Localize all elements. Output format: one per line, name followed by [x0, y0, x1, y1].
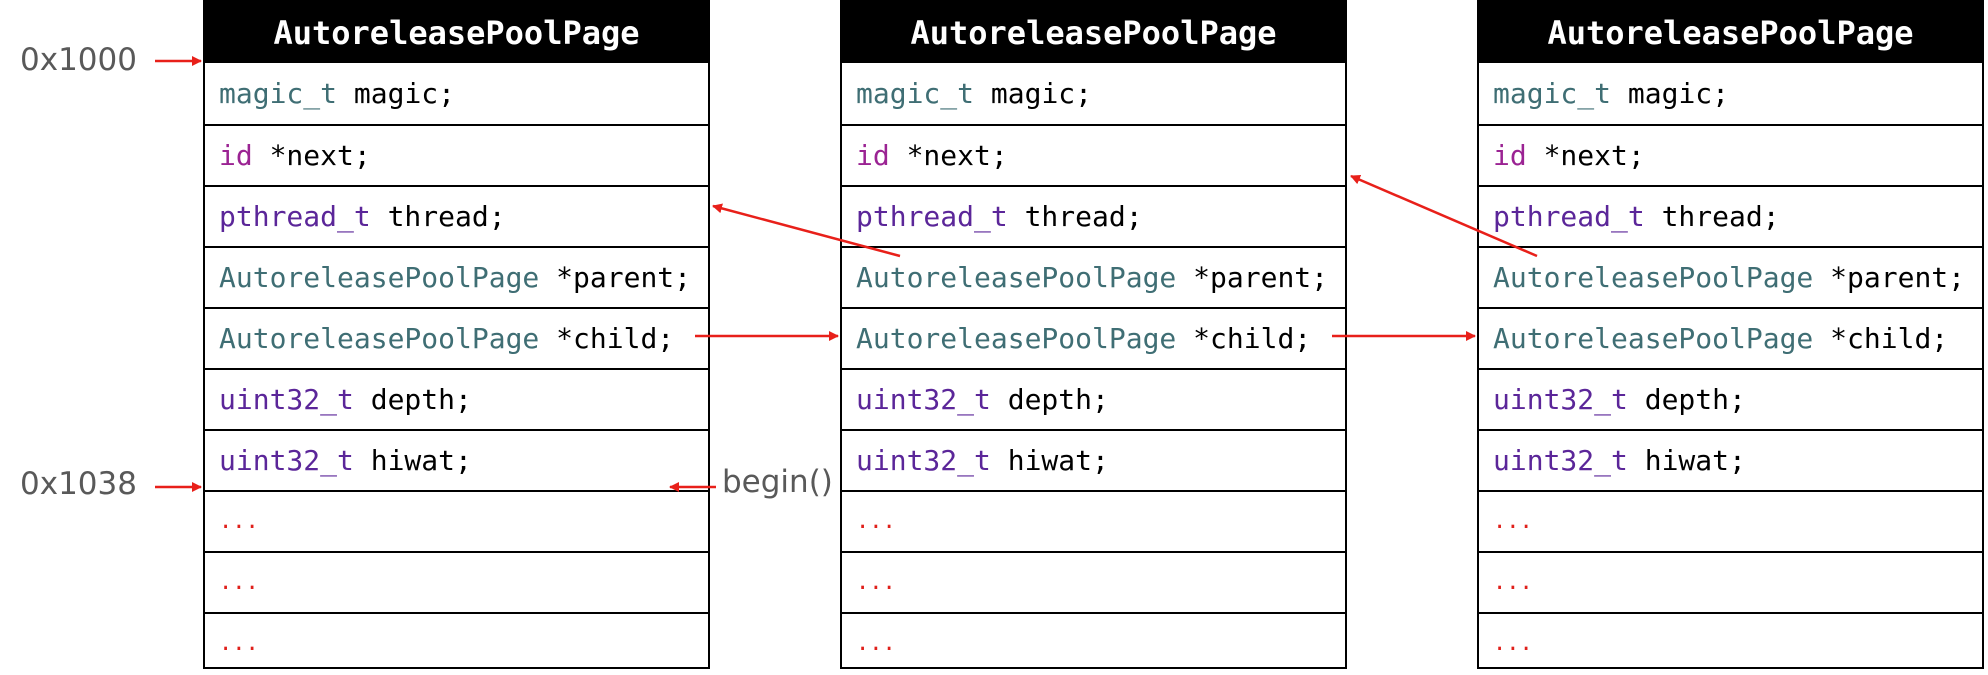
field-name: depth; — [990, 383, 1109, 416]
ellipsis: ... — [219, 631, 259, 656]
parent-field: AutoreleasePoolPage *parent; — [842, 246, 1345, 307]
hiwat-field: uint32_t hiwat; — [842, 429, 1345, 490]
ellipsis-row: ... — [205, 551, 708, 612]
field-type: id — [1493, 139, 1527, 172]
field-name: *next; — [252, 139, 371, 172]
field-type: id — [856, 139, 890, 172]
field-type: AutoreleasePoolPage — [219, 261, 540, 294]
field-type: AutoreleasePoolPage — [1493, 261, 1814, 294]
field-name: magic; — [337, 77, 456, 110]
field-name: hiwat; — [990, 444, 1109, 477]
ellipsis-row: ... — [842, 612, 1345, 673]
next-field: id *next; — [205, 124, 708, 185]
autorelease-pool-page-2: AutoreleasePoolPage magic_t magic; id *ne… — [840, 0, 1347, 669]
field-type: pthread_t — [219, 200, 371, 233]
thread-field: pthread_t thread; — [1479, 185, 1982, 246]
ellipsis: ... — [1493, 509, 1533, 534]
child-field: AutoreleasePoolPage *child; — [205, 307, 708, 368]
ellipsis: ... — [856, 570, 896, 595]
field-name: thread; — [370, 200, 506, 233]
field-type: uint32_t — [219, 383, 354, 416]
hiwat-field: uint32_t hiwat; — [205, 429, 708, 490]
field-type: AutoreleasePoolPage — [1493, 322, 1814, 355]
field-type: pthread_t — [856, 200, 1008, 233]
field-name: *child; — [1176, 322, 1312, 355]
page-title: AutoreleasePoolPage — [205, 2, 708, 63]
page-fields: magic_t magic; id *next; pthread_t thread;… — [842, 63, 1345, 673]
magic-field: magic_t magic; — [205, 63, 708, 124]
parent-field: AutoreleasePoolPage *parent; — [205, 246, 708, 307]
field-name: *next; — [889, 139, 1008, 172]
ellipsis-row: ... — [842, 551, 1345, 612]
ellipsis-row: ... — [1479, 612, 1982, 673]
field-name: depth; — [1627, 383, 1746, 416]
address-label-begin: 0x1038 — [20, 466, 137, 502]
child-field: AutoreleasePoolPage *child; — [842, 307, 1345, 368]
ellipsis: ... — [856, 631, 896, 656]
field-name: hiwat; — [1627, 444, 1746, 477]
field-name: *child; — [1813, 322, 1949, 355]
field-type: AutoreleasePoolPage — [856, 322, 1177, 355]
field-name: *parent; — [1813, 261, 1966, 294]
page-title: AutoreleasePoolPage — [1479, 2, 1982, 63]
field-type: uint32_t — [219, 444, 354, 477]
page-fields: magic_t magic; id *next; pthread_t thread;… — [205, 63, 708, 673]
autorelease-pool-page-3: AutoreleasePoolPage magic_t magic; id *ne… — [1477, 0, 1984, 669]
field-type: uint32_t — [1493, 444, 1628, 477]
autorelease-pool-page-1: AutoreleasePoolPage magic_t magic; id *ne… — [203, 0, 710, 669]
field-type: AutoreleasePoolPage — [219, 322, 540, 355]
ellipsis: ... — [856, 509, 896, 534]
field-name: *parent; — [1176, 261, 1329, 294]
ellipsis-row: ... — [205, 490, 708, 551]
ellipsis: ... — [219, 570, 259, 595]
next-field: id *next; — [1479, 124, 1982, 185]
thread-field: pthread_t thread; — [205, 185, 708, 246]
field-type: magic_t — [856, 77, 975, 110]
field-type: id — [219, 139, 253, 172]
field-name: depth; — [353, 383, 472, 416]
depth-field: uint32_t depth; — [1479, 368, 1982, 429]
address-label-start: 0x1000 — [20, 42, 137, 78]
next-field: id *next; — [842, 124, 1345, 185]
ellipsis: ... — [1493, 631, 1533, 656]
field-name: hiwat; — [353, 444, 472, 477]
ellipsis-row: ... — [842, 490, 1345, 551]
field-type: uint32_t — [1493, 383, 1628, 416]
field-name: *parent; — [539, 261, 692, 294]
magic-field: magic_t magic; — [842, 63, 1345, 124]
depth-field: uint32_t depth; — [842, 368, 1345, 429]
field-name: magic; — [1611, 77, 1730, 110]
field-type: magic_t — [219, 77, 338, 110]
magic-field: magic_t magic; — [1479, 63, 1982, 124]
field-type: AutoreleasePoolPage — [856, 261, 1177, 294]
field-type: uint32_t — [856, 444, 991, 477]
page-title: AutoreleasePoolPage — [842, 2, 1345, 63]
parent-field: AutoreleasePoolPage *parent; — [1479, 246, 1982, 307]
field-type: pthread_t — [1493, 200, 1645, 233]
page-fields: magic_t magic; id *next; pthread_t thread;… — [1479, 63, 1982, 673]
ellipsis-row: ... — [1479, 490, 1982, 551]
thread-field: pthread_t thread; — [842, 185, 1345, 246]
ellipsis-row: ... — [1479, 551, 1982, 612]
hiwat-field: uint32_t hiwat; — [1479, 429, 1982, 490]
field-name: thread; — [1644, 200, 1780, 233]
field-name: magic; — [974, 77, 1093, 110]
field-name: *child; — [539, 322, 675, 355]
ellipsis: ... — [219, 509, 259, 534]
field-name: *next; — [1526, 139, 1645, 172]
begin-label: begin() — [722, 464, 833, 500]
depth-field: uint32_t depth; — [205, 368, 708, 429]
ellipsis-row: ... — [205, 612, 708, 673]
field-name: thread; — [1007, 200, 1143, 233]
child-field: AutoreleasePoolPage *child; — [1479, 307, 1982, 368]
ellipsis: ... — [1493, 570, 1533, 595]
field-type: magic_t — [1493, 77, 1612, 110]
field-type: uint32_t — [856, 383, 991, 416]
